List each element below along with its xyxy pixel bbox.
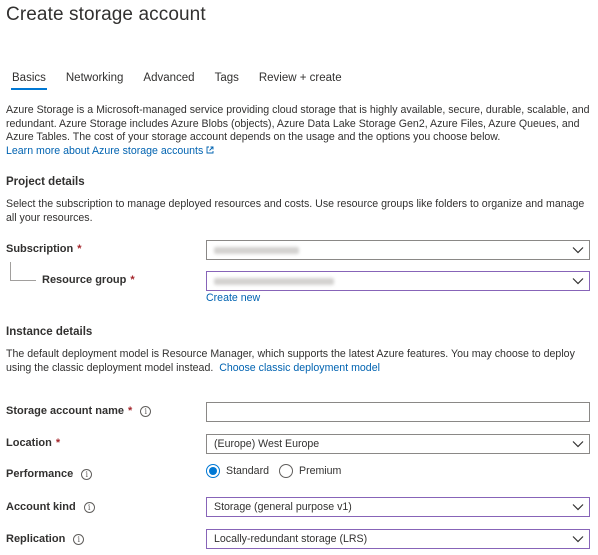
subscription-value-redacted (214, 246, 299, 254)
instance-details-description: The default deployment model is Resource… (6, 348, 575, 374)
replication-dropdown[interactable]: Locally-redundant storage (LRS) (206, 529, 590, 549)
replication-label: Replication i (6, 533, 85, 545)
tree-connector (10, 262, 36, 281)
account-kind-dropdown[interactable]: Storage (general purpose v1) (206, 497, 590, 517)
storage-account-name-label: Storage account name * i (6, 405, 152, 417)
resource-group-value-redacted (214, 277, 334, 285)
required-marker: * (130, 274, 135, 286)
instance-details-heading: Instance details (6, 326, 93, 338)
required-marker: * (55, 437, 61, 449)
tab-networking[interactable]: Networking (66, 72, 124, 90)
subscription-label: Subscription * (6, 243, 82, 255)
replication-value: Locally-redundant storage (LRS) (214, 533, 368, 545)
intro-text: Azure Storage is a Microsoft-managed ser… (6, 104, 590, 143)
performance-premium-label[interactable]: Premium (299, 465, 341, 477)
performance-radio-group: Standard Premium (206, 464, 341, 478)
info-icon[interactable]: i (73, 533, 85, 545)
required-marker: * (127, 405, 133, 417)
chevron-down-icon (572, 441, 584, 448)
resource-group-dropdown[interactable] (206, 271, 590, 291)
account-kind-label: Account kind i (6, 501, 95, 513)
tab-tags[interactable]: Tags (215, 72, 239, 90)
performance-premium-radio[interactable] (279, 464, 293, 478)
performance-standard-label[interactable]: Standard (226, 465, 269, 477)
chevron-down-icon (572, 536, 584, 543)
intro-description: Azure Storage is a Microsoft-managed ser… (6, 104, 592, 158)
project-details-heading: Project details (6, 176, 85, 188)
performance-label: Performance i (6, 468, 93, 480)
account-kind-value: Storage (general purpose v1) (214, 501, 352, 513)
location-dropdown[interactable]: (Europe) West Europe (206, 434, 590, 454)
subscription-dropdown[interactable] (206, 240, 590, 260)
create-new-link[interactable]: Create new (206, 292, 260, 304)
required-marker: * (77, 243, 82, 255)
location-value: (Europe) West Europe (214, 438, 320, 450)
info-icon[interactable]: i (81, 468, 93, 480)
learn-more-link[interactable]: Learn more about Azure storage accounts (6, 145, 214, 157)
tab-advanced[interactable]: Advanced (143, 72, 194, 90)
info-icon[interactable]: i (140, 405, 152, 417)
resource-group-label: Resource group * (42, 274, 135, 286)
location-label: Location * (6, 437, 61, 449)
storage-account-name-input[interactable] (206, 402, 590, 422)
project-details-description: Select the subscription to manage deploy… (6, 198, 585, 224)
performance-standard-radio[interactable] (206, 464, 220, 478)
info-icon[interactable]: i (83, 501, 95, 513)
chevron-down-icon (572, 278, 584, 285)
tab-review-create[interactable]: Review + create (259, 72, 342, 90)
tab-basics[interactable]: Basics (11, 72, 47, 90)
classic-deployment-link[interactable]: Choose classic deployment model (219, 362, 380, 374)
external-link-icon (206, 146, 214, 153)
page-title: Create storage account (6, 4, 206, 25)
chevron-down-icon (572, 504, 584, 511)
tab-bar: Basics Networking Advanced Tags Review +… (11, 72, 362, 90)
chevron-down-icon (572, 247, 584, 254)
